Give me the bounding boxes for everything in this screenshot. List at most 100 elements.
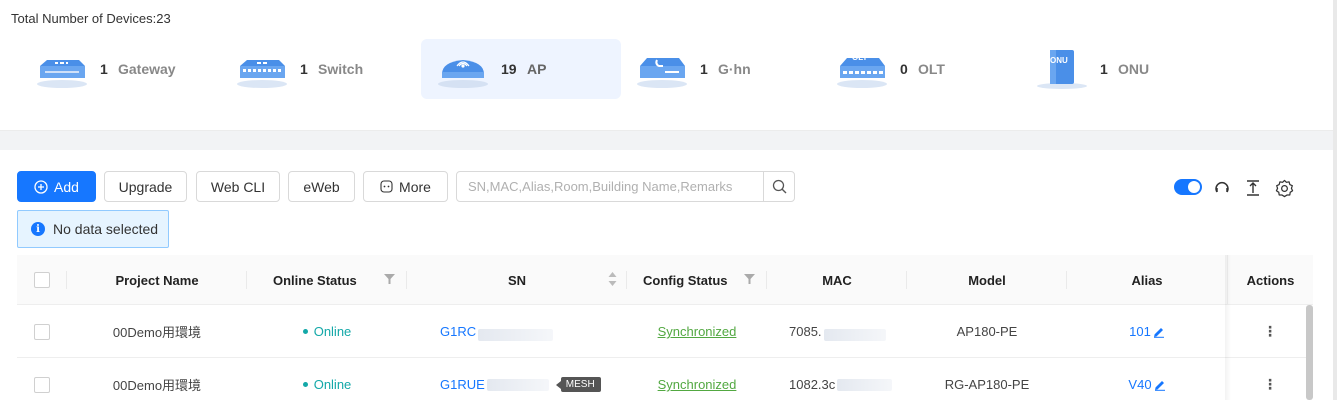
- olt-label: OLT: [918, 61, 945, 77]
- ghn-count: 1: [700, 61, 708, 77]
- mac-cell: 7085.: [789, 305, 907, 358]
- column-actions-label: Actions: [1246, 272, 1295, 288]
- device-card-switch[interactable]: 1 Switch: [220, 39, 420, 99]
- add-button-label: Add: [54, 178, 79, 195]
- toggle-knob: [1188, 181, 1200, 193]
- ghn-icon: [637, 58, 687, 88]
- select-all-checkbox[interactable]: [34, 272, 50, 288]
- actions-cell: ⋮: [1227, 358, 1313, 400]
- device-card-onu[interactable]: ONU 1 ONU: [1020, 39, 1220, 99]
- row-checkbox[interactable]: [34, 376, 50, 393]
- onu-count: 1: [1100, 61, 1108, 77]
- more-icon: [380, 180, 393, 193]
- more-actions-icon[interactable]: ⋮: [1263, 376, 1277, 393]
- ap-icon: [438, 60, 488, 88]
- sn-link[interactable]: G1RUE: [440, 377, 485, 392]
- device-card-olt[interactable]: OLT 0 OLT: [820, 39, 1020, 99]
- more-actions-icon[interactable]: ⋮: [1263, 323, 1277, 340]
- gateway-icon: [37, 60, 87, 88]
- filter-icon[interactable]: [384, 274, 395, 284]
- more-button[interactable]: More: [363, 171, 448, 202]
- edit-icon[interactable]: [1154, 379, 1166, 391]
- gear-icon: [1275, 179, 1293, 197]
- selection-alert: i No data selected: [17, 210, 169, 248]
- eweb-button-label: eWeb: [303, 178, 340, 195]
- selection-alert-text: No data selected: [53, 221, 159, 237]
- column-online-status-label: Online Status: [273, 272, 357, 288]
- column-alias-label: Alias: [1131, 272, 1163, 288]
- device-card-ap[interactable]: 19 AP: [421, 39, 621, 99]
- column-model-label: Model: [968, 272, 1006, 288]
- eweb-button[interactable]: eWeb: [288, 171, 355, 202]
- switch-label: Switch: [318, 61, 364, 77]
- row-select-cell: [17, 358, 67, 400]
- filter-icon[interactable]: [744, 274, 755, 284]
- actions-cell: ⋮: [1227, 305, 1313, 358]
- column-config-status-label: Config Status: [643, 272, 728, 288]
- model-cell: RG-AP180-PE: [944, 377, 1030, 392]
- table-scrollbar[interactable]: [1306, 305, 1313, 400]
- device-card-gateway[interactable]: 1 Gateway: [20, 39, 220, 99]
- column-sn-label: SN: [507, 272, 527, 288]
- table-row[interactable]: 00Demo用環境 Online G1RC Synchronized 7085.…: [17, 305, 1313, 358]
- row-checkbox[interactable]: [34, 323, 50, 340]
- ap-count: 19: [501, 61, 517, 77]
- device-card-ghn[interactable]: 1 G·hn: [620, 39, 820, 99]
- total-devices-count: 23: [156, 11, 171, 26]
- row-select-cell: [17, 305, 67, 358]
- refresh-icon: [1215, 182, 1229, 193]
- project-name-cell: 00Demo用環境: [112, 325, 202, 340]
- upgrade-button[interactable]: Upgrade: [104, 171, 187, 202]
- onu-icon-text: ONU: [1050, 56, 1068, 65]
- header-select-all: [17, 255, 67, 305]
- total-devices-label: Total Number of Devices:: [11, 11, 157, 26]
- search-input[interactable]: [457, 172, 764, 201]
- alias-link[interactable]: V40: [1128, 377, 1151, 392]
- config-status-link[interactable]: Synchronized: [658, 377, 737, 392]
- config-status-cell: Synchronized: [627, 305, 767, 358]
- olt-icon-text: OLT: [852, 53, 868, 62]
- column-alias: Alias: [1067, 255, 1227, 305]
- search-button[interactable]: [763, 172, 794, 201]
- online-status-text: Online: [313, 377, 352, 392]
- config-status-link[interactable]: Synchronized: [658, 324, 737, 339]
- more-button-label: More: [399, 178, 431, 195]
- alias-link[interactable]: 101: [1129, 324, 1151, 339]
- column-project-name-label: Project Name: [115, 272, 199, 288]
- column-height-button[interactable]: [1243, 178, 1263, 198]
- sn-cell: G1RC: [440, 305, 627, 358]
- edit-icon[interactable]: [1153, 326, 1165, 338]
- upgrade-button-label: Upgrade: [118, 178, 173, 195]
- mac-text: 1082.3c: [789, 377, 836, 392]
- column-sn: SN: [407, 255, 627, 305]
- sn-cell: G1RUE MESH: [440, 358, 627, 400]
- device-summary: Total Number of Devices:23 1 Gateway 1 S…: [0, 0, 1337, 130]
- fixed-column-shadow: [1225, 255, 1231, 400]
- column-config-status: Config Status: [627, 255, 767, 305]
- settings-button[interactable]: [1274, 178, 1294, 198]
- page-edge: [1333, 0, 1337, 400]
- info-icon: i: [31, 222, 45, 236]
- gateway-count: 1: [100, 61, 108, 77]
- redacted-mac: [837, 378, 893, 391]
- alias-cell: V40: [1067, 358, 1227, 400]
- sn-link[interactable]: G1RC: [440, 324, 476, 339]
- add-button[interactable]: Add: [17, 171, 96, 202]
- search-box: [456, 171, 795, 202]
- ghn-label: G·hn: [718, 61, 751, 77]
- switch-count: 1: [300, 61, 308, 77]
- search-icon: [772, 179, 786, 194]
- column-height-icon: [1247, 180, 1259, 196]
- section-divider: [0, 130, 1337, 150]
- table-row[interactable]: 00Demo用環境 Online G1RUE MESH Synchronized…: [17, 358, 1313, 400]
- config-status-cell: Synchronized: [627, 358, 767, 400]
- project-name-cell: 00Demo用環境: [112, 378, 202, 393]
- view-toggle[interactable]: [1174, 179, 1202, 195]
- table-header: Project Name Online Status SN Config Sta…: [17, 255, 1313, 305]
- redacted-sn: [486, 378, 549, 391]
- olt-count: 0: [900, 61, 908, 77]
- sort-icon[interactable]: [608, 271, 617, 287]
- total-devices: Total Number of Devices:23: [11, 11, 171, 26]
- refresh-button[interactable]: [1212, 178, 1232, 198]
- web-cli-button[interactable]: Web CLI: [196, 171, 280, 202]
